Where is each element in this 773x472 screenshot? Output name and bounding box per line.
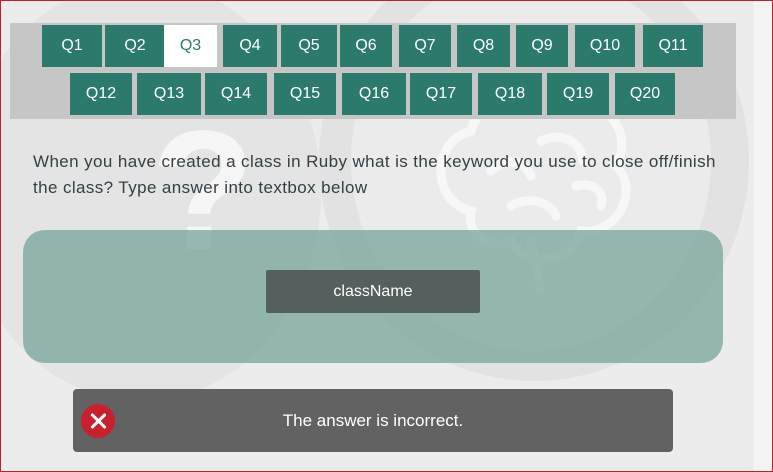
question-tab-q4[interactable]: Q4 bbox=[223, 25, 277, 67]
quiz-window: ? Q1 Q2 Q3 Q4 Q5 Q6 Q7 Q8 Q9 Q10 Q11 Q12 Q13 Q14 Q15 Q… bbox=[0, 0, 773, 472]
right-margin bbox=[754, 1, 772, 471]
question-tab-q19[interactable]: Q19 bbox=[547, 73, 609, 115]
question-tab-q10[interactable]: Q10 bbox=[575, 25, 635, 67]
question-tab-q18[interactable]: Q18 bbox=[478, 73, 542, 115]
answer-panel bbox=[23, 230, 723, 363]
question-tab-q6[interactable]: Q6 bbox=[340, 25, 392, 67]
question-tab-q3[interactable]: Q3 bbox=[164, 25, 217, 67]
question-tab-q8[interactable]: Q8 bbox=[457, 25, 510, 67]
question-nav-row-1: Q1 Q2 Q3 Q4 Q5 Q6 Q7 Q8 Q9 Q10 Q11 bbox=[10, 25, 736, 67]
answer-input[interactable] bbox=[266, 270, 480, 313]
question-tab-q17[interactable]: Q17 bbox=[410, 73, 472, 115]
question-tab-q14[interactable]: Q14 bbox=[205, 73, 267, 115]
question-tab-q16[interactable]: Q16 bbox=[342, 73, 406, 115]
question-tab-q7[interactable]: Q7 bbox=[399, 25, 451, 67]
question-tab-q9[interactable]: Q9 bbox=[516, 25, 568, 67]
question-tab-q11[interactable]: Q11 bbox=[643, 25, 703, 67]
feedback-banner: The answer is incorrect. bbox=[73, 389, 673, 452]
question-tab-q12[interactable]: Q12 bbox=[70, 73, 132, 115]
question-tab-q15[interactable]: Q15 bbox=[274, 73, 336, 115]
feedback-text: The answer is incorrect. bbox=[282, 411, 464, 430]
question-tab-q2[interactable]: Q2 bbox=[105, 25, 165, 67]
question-tab-q13[interactable]: Q13 bbox=[137, 73, 201, 115]
question-tab-q5[interactable]: Q5 bbox=[281, 25, 337, 67]
question-tab-q20[interactable]: Q20 bbox=[615, 73, 675, 115]
question-navigation: Q1 Q2 Q3 Q4 Q5 Q6 Q7 Q8 Q9 Q10 Q11 Q12 Q13 Q14 Q15 Q16… bbox=[10, 23, 736, 119]
question-tab-q1[interactable]: Q1 bbox=[42, 25, 102, 67]
question-text: When you have created a class in Ruby wh… bbox=[33, 152, 716, 197]
question-nav-row-2: Q12 Q13 Q14 Q15 Q16 Q17 Q18 Q19 Q20 bbox=[10, 73, 736, 115]
